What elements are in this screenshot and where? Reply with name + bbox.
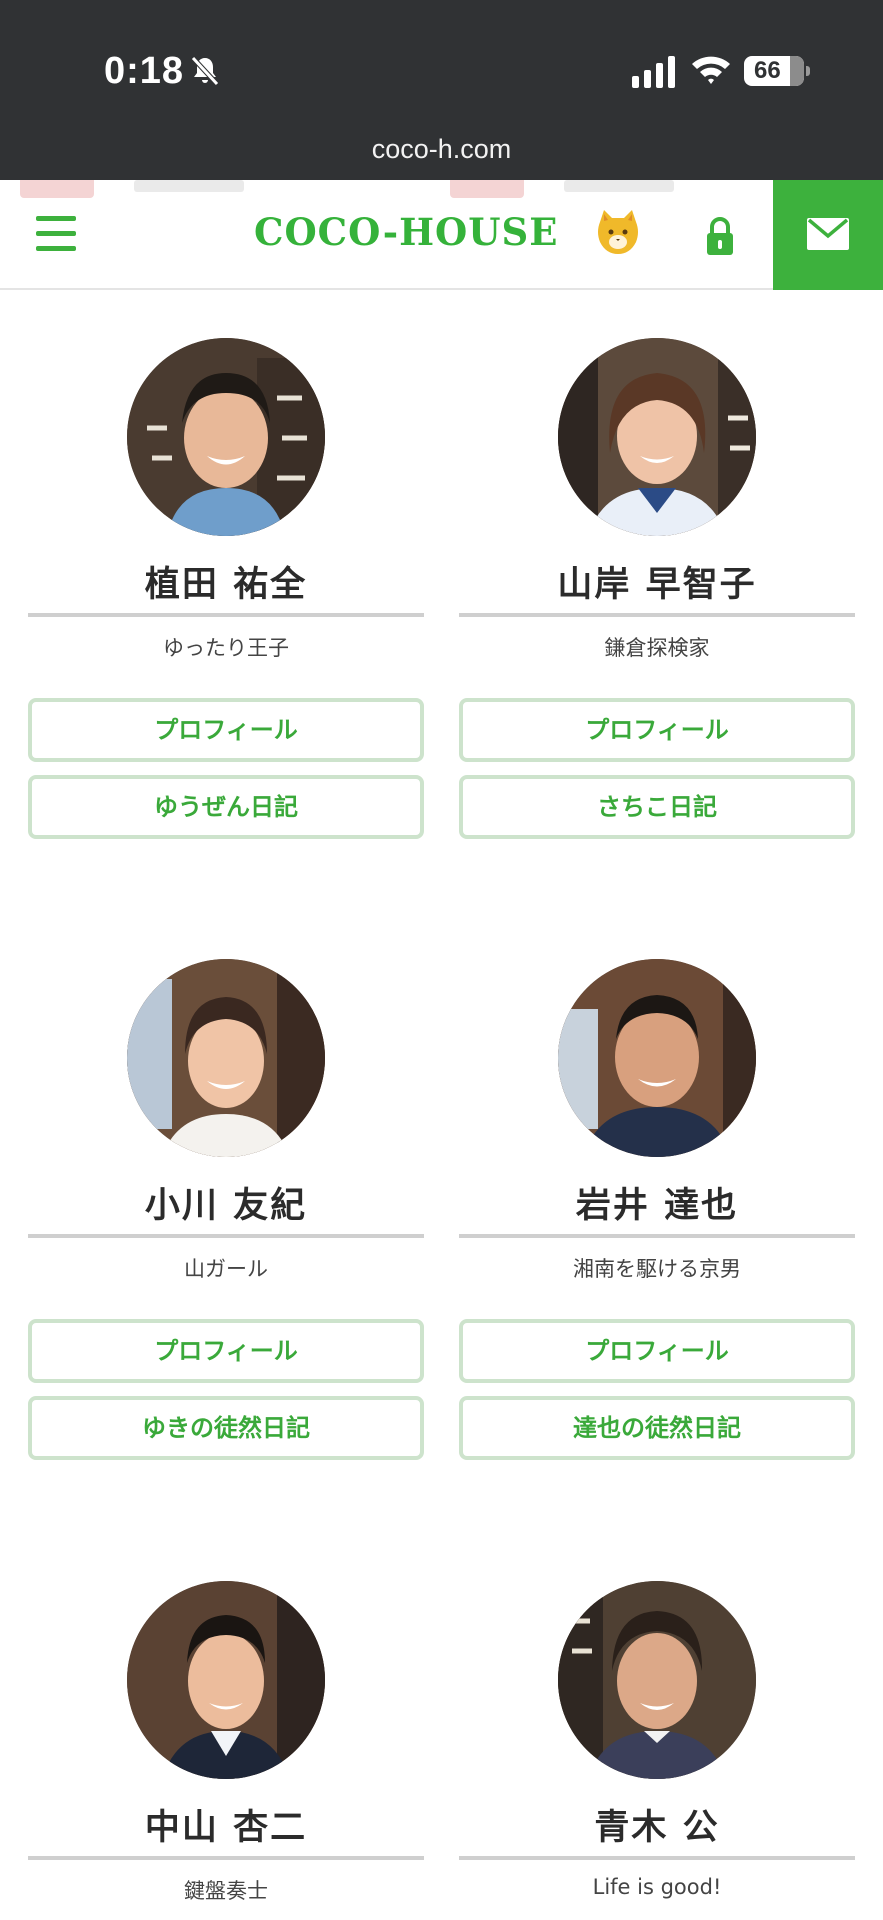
divider	[28, 1856, 424, 1860]
wifi-icon	[692, 56, 730, 84]
staff-name: 青木 公	[594, 1808, 720, 1848]
divider	[459, 613, 855, 617]
staff-nickname: 鍵盤奏士	[184, 1879, 268, 1903]
diary-button[interactable]: 達也の徒然日記	[459, 1396, 855, 1460]
staff-name: 小川 友紀	[144, 1186, 308, 1226]
browser-url[interactable]: coco-h.com	[0, 134, 883, 165]
lock-icon[interactable]	[704, 216, 736, 256]
profile-button[interactable]: プロフィール	[28, 1319, 424, 1383]
staff-nickname: Life is good!	[592, 1875, 722, 1899]
site-logo[interactable]: COCO-HOUSE	[254, 210, 558, 254]
diary-button[interactable]: さちこ日記	[459, 775, 855, 839]
profile-button[interactable]: プロフィール	[459, 698, 855, 762]
staff-nickname: 湘南を駆ける京男	[573, 1257, 741, 1281]
status-bar: 0:18 66 coco-h.com	[0, 0, 883, 180]
divider	[28, 1234, 424, 1238]
staff-name: 山岸 早智子	[557, 565, 757, 605]
staff-photo	[558, 1581, 756, 1779]
diary-button[interactable]: ゆうぜん日記	[28, 775, 424, 839]
divider	[459, 1856, 855, 1860]
mail-button[interactable]	[773, 180, 883, 290]
mail-icon	[807, 218, 849, 250]
profile-button[interactable]: プロフィール	[28, 698, 424, 762]
staff-photo	[127, 338, 325, 536]
cat-mascot-icon	[598, 210, 638, 254]
scrolled-content-peek	[450, 180, 674, 198]
battery-level: 66	[754, 57, 781, 84]
site-header: COCO-HOUSE	[0, 180, 883, 290]
staff-name: 植田 祐全	[144, 565, 308, 605]
divider	[28, 613, 424, 617]
divider	[459, 1234, 855, 1238]
staff-name: 岩井 達也	[575, 1186, 739, 1226]
staff-photo	[127, 959, 325, 1157]
battery-indicator: 66	[744, 56, 810, 86]
status-time: 0:18	[104, 50, 185, 92]
bell-muted-icon	[191, 56, 219, 86]
staff-nickname: ゆったり王子	[163, 636, 289, 660]
staff-photo	[127, 1581, 325, 1779]
profile-button[interactable]: プロフィール	[459, 1319, 855, 1383]
staff-name: 中山 杏二	[144, 1808, 308, 1848]
staff-nickname: 山ガール	[184, 1257, 268, 1281]
scrolled-content-peek	[20, 180, 244, 198]
cellular-signal-icon	[632, 56, 675, 88]
menu-icon[interactable]	[36, 216, 76, 252]
staff-nickname: 鎌倉探検家	[604, 636, 710, 660]
staff-photo	[558, 959, 756, 1157]
diary-button[interactable]: ゆきの徒然日記	[28, 1396, 424, 1460]
staff-photo	[558, 338, 756, 536]
